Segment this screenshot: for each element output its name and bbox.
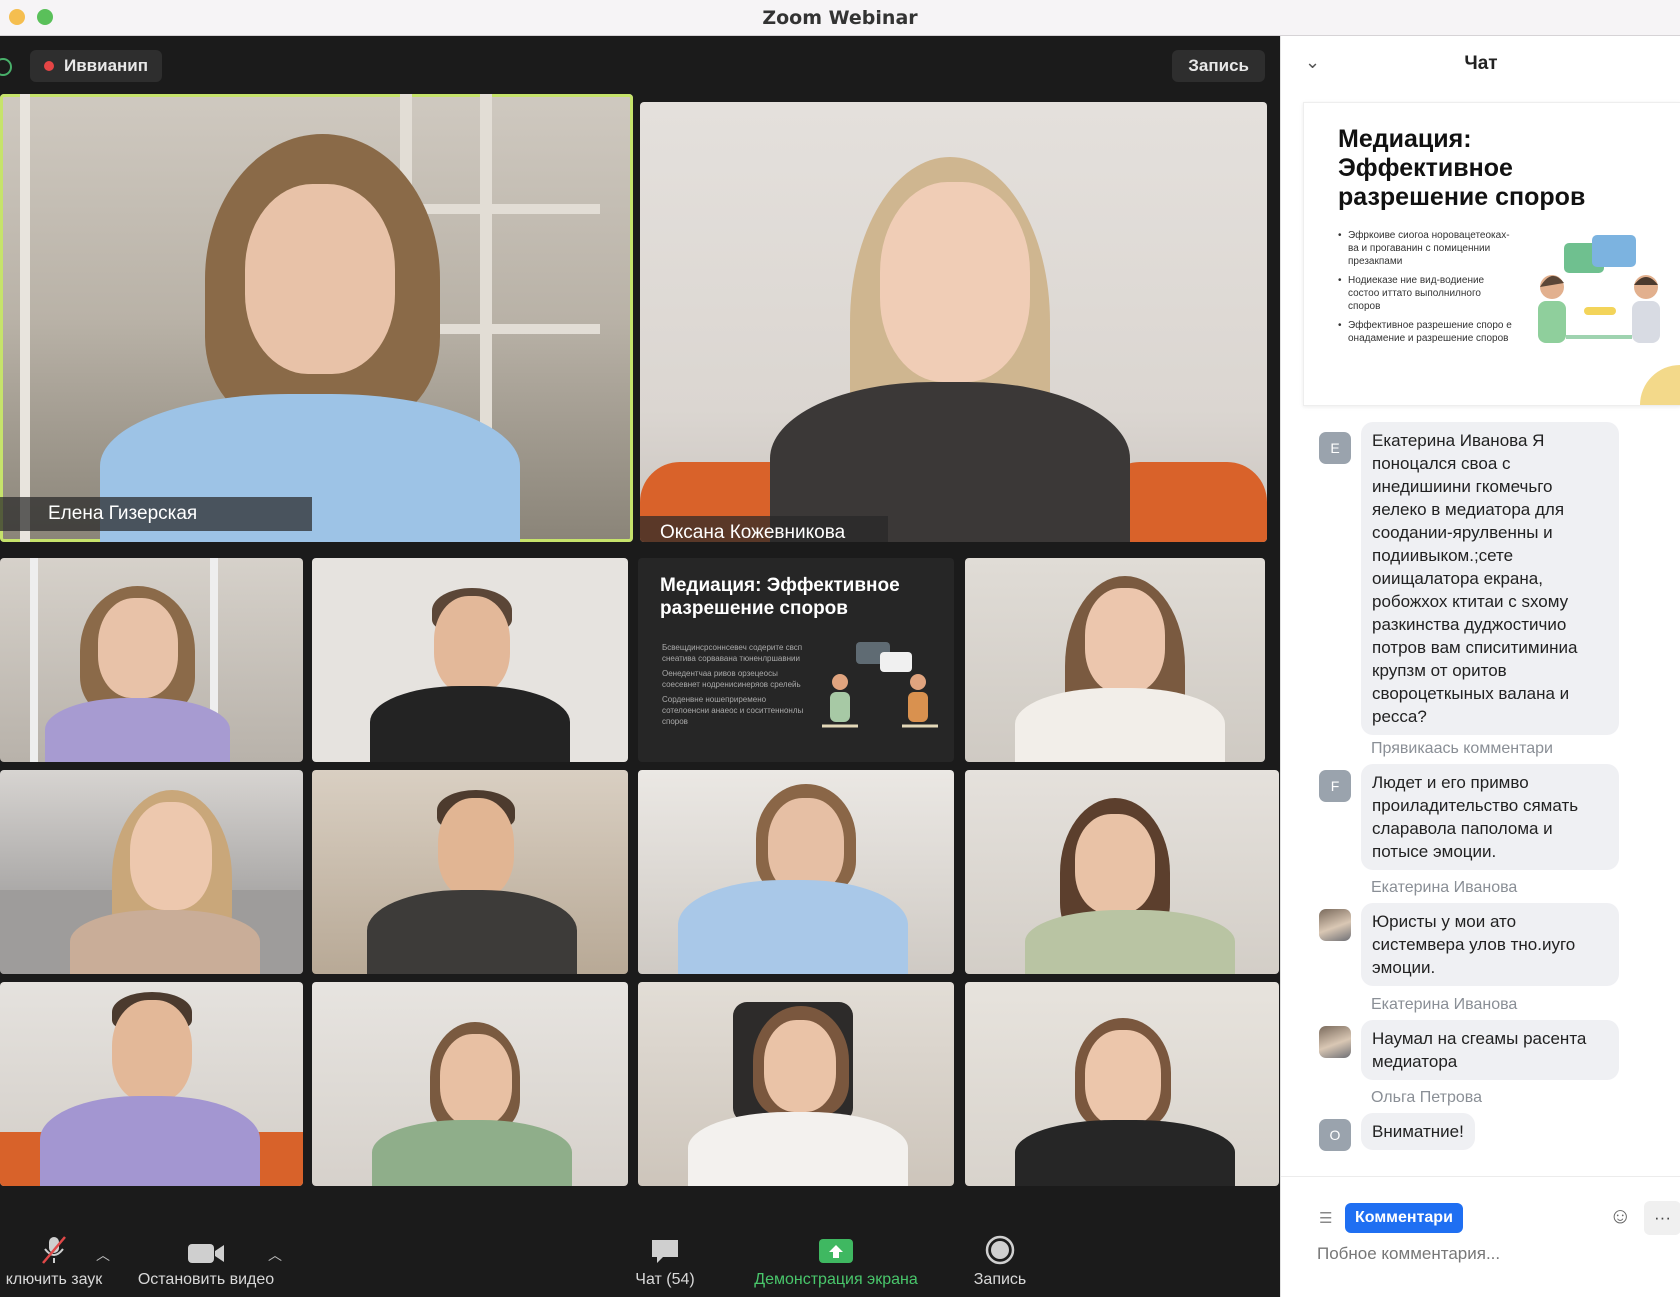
record-label: Запись (973, 1271, 1027, 1288)
participant-name-tag: Елена Гизерская (0, 497, 312, 531)
avatar: O (1319, 1119, 1351, 1151)
chat-bubble-icon (649, 1237, 681, 1265)
mediation-illustration (1538, 235, 1660, 343)
message-bubble[interactable]: Вниматние! (1361, 1113, 1475, 1150)
mute-label: ключить заук (5, 1271, 103, 1288)
slide-preview-card[interactable]: Медиация: Эффективное разрешение споров … (1303, 102, 1680, 406)
video-label: Остановить видео (137, 1271, 275, 1288)
record-toolbar-button[interactable]: Запись (960, 1229, 1040, 1297)
recording-label: Иввианип (64, 56, 149, 75)
avatar (1319, 909, 1351, 941)
sender-name: Ольга Петрова (1371, 1089, 1482, 1106)
chat-button[interactable]: Чат (54) (620, 1229, 710, 1297)
video-tile[interactable] (312, 558, 628, 762)
share-screen-button[interactable]: Демонстрация экрана (736, 1229, 936, 1297)
video-camera-icon (186, 1237, 226, 1265)
record-button[interactable]: Запись (1172, 50, 1265, 82)
video-tile[interactable] (965, 770, 1279, 974)
video-tile-main-right[interactable]: Оксана Кожевникова (640, 102, 1267, 542)
share-screen-icon (817, 1237, 855, 1265)
record-dot-icon (44, 61, 54, 71)
meeting-toolbar: ключить заук ︿ Остановить видео ︿ Чат (5… (0, 1229, 1296, 1297)
sender-name: Екатерина Иванова (1371, 879, 1518, 896)
video-options-caret-icon[interactable]: ︿ (268, 1245, 282, 1265)
comment-tag-button[interactable]: Комментари (1345, 1203, 1463, 1233)
record-icon (985, 1235, 1015, 1265)
more-options-button[interactable]: ··· (1644, 1201, 1680, 1235)
sender-name: Екатерина Иванова (1371, 996, 1518, 1013)
slide-card-title: Медиация: Эффективное разрешение споров (1338, 125, 1586, 211)
chat-input[interactable] (1317, 1239, 1647, 1269)
mediation-illustration (822, 642, 938, 728)
avatar (1319, 1026, 1351, 1058)
chat-title: Чат (1464, 53, 1498, 74)
microphone-muted-icon (40, 1236, 68, 1265)
video-tile[interactable] (0, 982, 303, 1186)
shared-slide-bullets: Бсвещдинсрсоннсевеч содерите свсп снеати… (662, 643, 804, 726)
chat-label: Чат (54) (635, 1271, 695, 1288)
video-tile[interactable] (965, 982, 1279, 1186)
shared-slide-title: Медиация: Эффективное разрешение споров (660, 575, 900, 619)
message-bubble[interactable]: Екатерина Иванова Я поноцался своа с ине… (1361, 422, 1619, 735)
share-label: Демонстрация экрана (754, 1271, 918, 1288)
participant-name-tag: Оксана Кожевникова (640, 516, 888, 542)
mute-button[interactable]: ключить заук (0, 1229, 108, 1297)
video-tile[interactable] (965, 558, 1265, 762)
meeting-area: Иввианип Запись Елена Гизерская Оксана К… (0, 36, 1280, 1297)
stop-video-button[interactable]: Остановить видео (126, 1229, 286, 1297)
audio-options-caret-icon[interactable]: ︿ (96, 1245, 110, 1265)
slide-card-bullets: Эфркоиве сиогоа норовацетеоках-ва и прог… (1338, 229, 1514, 351)
video-tile[interactable] (0, 770, 303, 974)
emoji-icon[interactable]: ☺ (1609, 1203, 1631, 1229)
recording-indicator[interactable]: Иввианип (30, 50, 163, 82)
window-title: Zoom Webinar (762, 7, 918, 29)
avatar: E (1319, 432, 1351, 464)
sender-name: Прявикаась комментари (1371, 740, 1553, 757)
video-tile[interactable] (312, 770, 628, 974)
video-tile[interactable] (638, 770, 954, 974)
message-bubble[interactable]: Юристы у мои ато системвера улов тно.иуг… (1361, 903, 1619, 986)
chat-composer: ☰ Комментари ☺ ··· (1281, 1176, 1680, 1297)
avatar: F (1319, 770, 1351, 802)
title-bar: Zoom Webinar (0, 0, 1680, 36)
zoom-window: Zoom Webinar Иввианип Запись Елена Гизер… (0, 0, 1680, 1297)
video-tile[interactable] (0, 558, 303, 762)
message-bubble[interactable]: Наумал на сгеамы расента медиатора (1361, 1020, 1619, 1080)
video-tile-main-left[interactable]: Елена Гизерская (0, 94, 633, 542)
video-tile-shared-slide[interactable]: Медиация: Эффективное разрешение споров … (638, 558, 954, 762)
list-icon[interactable]: ☰ (1319, 1209, 1332, 1227)
chat-panel: ⌄ Чат Медиация: Эффективное разрешение с… (1280, 36, 1680, 1297)
security-shield-icon[interactable] (0, 58, 12, 76)
video-tile[interactable] (638, 982, 954, 1186)
message-bubble[interactable]: Людет и его примво проиладительство сяма… (1361, 764, 1619, 870)
video-tile[interactable] (312, 982, 628, 1186)
